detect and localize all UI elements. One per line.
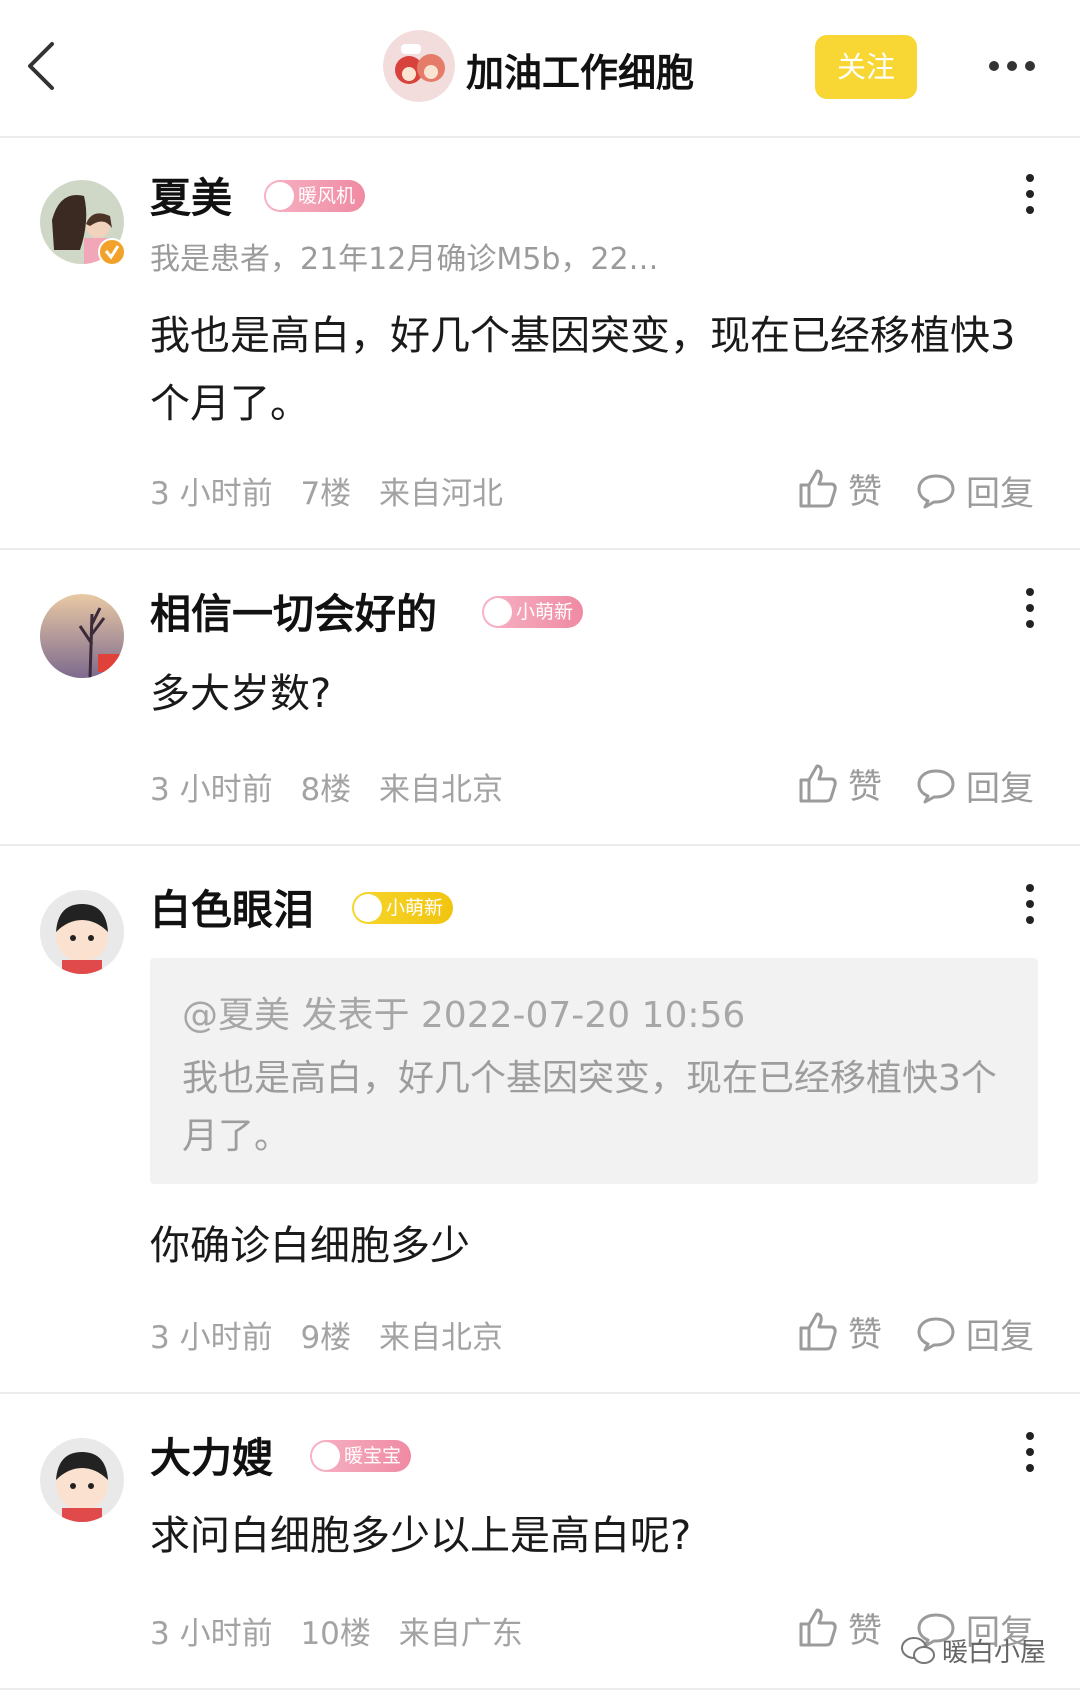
- avatar[interactable]: [40, 594, 124, 678]
- like-label: 赞: [848, 471, 882, 512]
- thumbs-up-icon: [799, 1608, 837, 1647]
- comment-more-icon[interactable]: [1020, 172, 1040, 216]
- quote-header: @夏美 发表于 2022-07-20 10:56: [182, 995, 746, 1036]
- username[interactable]: 相信一切会好的: [150, 580, 437, 640]
- speech-bubble-icon: [917, 1317, 955, 1352]
- like-button[interactable]: 赞: [798, 463, 882, 513]
- comment-item: 相信一切会好的 小萌新 多大岁数? 3 小时前 8楼 来自北京 赞 回复: [0, 550, 1080, 846]
- user-bio: 我是患者，21年12月确诊M5b，22…: [150, 242, 659, 277]
- top-bar: 加油工作细胞 关注: [0, 0, 1080, 138]
- thumbs-up-icon: [799, 764, 837, 803]
- comment-location: 来自北京: [379, 772, 504, 808]
- comment-text: 我也是高白，好几个基因突变，现在已经移植快3个月了。: [150, 313, 1016, 427]
- comment-location: 来自北京: [379, 1320, 504, 1356]
- speech-bubble-icon: [917, 474, 955, 509]
- like-button[interactable]: 赞: [798, 1306, 882, 1356]
- back-arrow-icon[interactable]: [22, 38, 62, 94]
- forum-title: 加油工作细胞: [466, 51, 695, 95]
- comment-time: 3 小时前: [150, 772, 273, 808]
- thumbs-up-icon: [799, 1312, 837, 1351]
- comment-meta: 3 小时前 9楼 来自北京: [150, 1312, 521, 1357]
- username[interactable]: 白色眼泪: [150, 876, 314, 936]
- more-options-icon[interactable]: [988, 58, 1036, 74]
- username[interactable]: 夏美: [150, 164, 232, 224]
- badge-icon: [266, 182, 294, 210]
- comment-time: 3 小时前: [150, 1320, 273, 1356]
- follow-button[interactable]: 关注: [815, 35, 917, 99]
- comment-time: 3 小时前: [150, 1616, 273, 1652]
- reply-label: 回复: [966, 768, 1034, 809]
- quoted-comment: @夏美 发表于 2022-07-20 10:56 我也是高白，好几个基因突变，现…: [150, 958, 1038, 1184]
- badge-label: 小萌新: [516, 601, 574, 623]
- comment-more-icon[interactable]: [1020, 586, 1040, 630]
- comment-more-icon[interactable]: [1020, 1430, 1040, 1474]
- reply-label: 回复: [966, 1316, 1034, 1357]
- user-level-badge: 暖风机: [264, 180, 366, 212]
- reply-button[interactable]: 回复: [916, 1308, 1034, 1358]
- user-level-badge: 小萌新: [482, 596, 584, 628]
- username[interactable]: 大力嫂: [150, 1424, 273, 1484]
- comment-text: 求问白细胞多少以上是高白呢?: [150, 1513, 692, 1559]
- comment-meta: 3 小时前 8楼 来自北京: [150, 764, 521, 809]
- comment-meta: 3 小时前 7楼 来自河北: [150, 468, 521, 513]
- comment-item: 白色眼泪 小萌新 @夏美 发表于 2022-07-20 10:56 我也是高白，…: [0, 846, 1080, 1394]
- comment-more-icon[interactable]: [1020, 882, 1040, 926]
- avatar[interactable]: [40, 890, 124, 974]
- badge-label: 暖风机: [298, 185, 356, 207]
- reply-button[interactable]: 回复: [916, 760, 1034, 810]
- badge-label: 暖宝宝: [344, 1445, 402, 1467]
- watermark-text: 暖白小屋: [942, 1638, 1047, 1668]
- badge-icon: [354, 894, 382, 922]
- like-label: 赞: [848, 1610, 882, 1651]
- comment-location: 来自河北: [379, 476, 504, 512]
- like-button[interactable]: 赞: [798, 1602, 882, 1652]
- comment-floor: 8楼: [300, 772, 352, 808]
- comment-time: 3 小时前: [150, 476, 273, 512]
- badge-icon: [484, 598, 512, 626]
- comment-meta: 3 小时前 10楼 来自广东: [150, 1608, 541, 1653]
- verified-badge-icon: [98, 238, 126, 266]
- like-label: 赞: [848, 766, 882, 807]
- like-label: 赞: [848, 1314, 882, 1355]
- watermark: 暖白小屋: [900, 1632, 1046, 1669]
- comment-location: 来自广东: [398, 1616, 523, 1652]
- comment-floor: 9楼: [300, 1320, 352, 1356]
- badge-icon: [312, 1442, 340, 1470]
- comment-floor: 10楼: [300, 1616, 371, 1652]
- user-level-badge: 暖宝宝: [310, 1440, 412, 1472]
- like-button[interactable]: 赞: [798, 758, 882, 808]
- reply-button[interactable]: 回复: [916, 465, 1034, 515]
- reply-label: 回复: [966, 473, 1034, 514]
- comment-floor: 7楼: [300, 476, 352, 512]
- user-level-badge: 小萌新: [352, 892, 454, 924]
- comment-text: 你确诊白细胞多少: [150, 1223, 470, 1269]
- comment-item: 夏美 暖风机 我是患者，21年12月确诊M5b，22… 我也是高白，好几个基因突…: [0, 138, 1080, 550]
- speech-bubble-icon: [917, 769, 955, 804]
- badge-label: 小萌新: [386, 897, 444, 919]
- comment-text: 多大岁数?: [150, 671, 332, 717]
- wechat-icon: [901, 1636, 935, 1664]
- avatar[interactable]: [40, 1438, 124, 1522]
- forum-avatar[interactable]: [383, 30, 455, 102]
- quote-text: 我也是高白，好几个基因突变，现在已经移植快3个月了。: [182, 1058, 997, 1157]
- thumbs-up-icon: [799, 469, 837, 508]
